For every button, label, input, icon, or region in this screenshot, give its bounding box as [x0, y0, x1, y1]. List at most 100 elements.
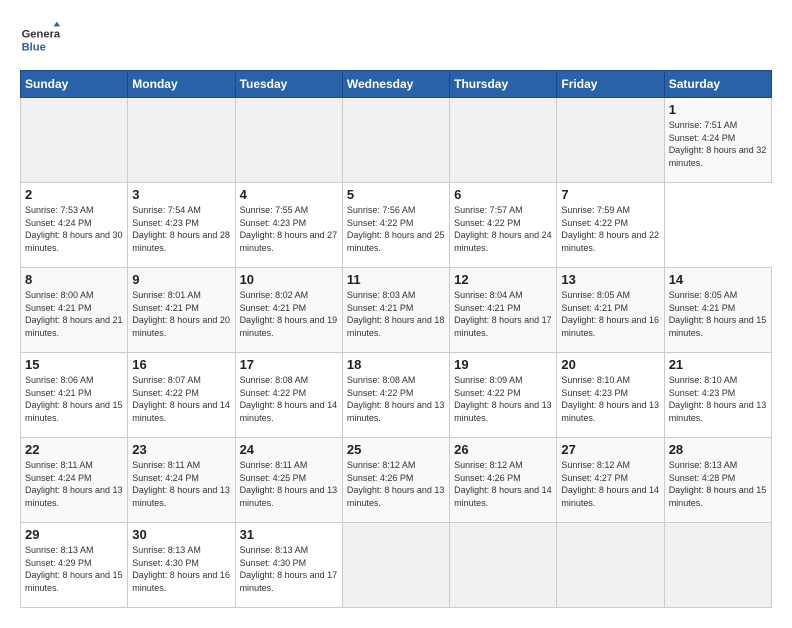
day-number: 22 — [25, 442, 123, 457]
day-info: Sunrise: 7:55 AMSunset: 4:23 PMDaylight:… — [240, 204, 338, 254]
empty-day-cell — [342, 98, 449, 183]
calendar-week-row: 1 Sunrise: 7:51 AMSunset: 4:24 PMDaylight… — [21, 98, 772, 183]
day-number: 5 — [347, 187, 445, 202]
calendar-week-row: 2Sunrise: 7:53 AMSunset: 4:24 PMDaylight… — [21, 183, 772, 268]
day-number: 11 — [347, 272, 445, 287]
svg-text:General: General — [22, 29, 60, 41]
day-cell: 15 Sunrise: 8:06 AMSunset: 4:21 PMDayligh… — [21, 353, 128, 438]
day-cell: 19Sunrise: 8:09 AMSunset: 4:22 PMDayligh… — [450, 353, 557, 438]
day-info: Sunrise: 8:11 AMSunset: 4:24 PMDaylight:… — [25, 459, 123, 509]
day-of-week-header: Friday — [557, 71, 664, 98]
day-info: Sunrise: 7:57 AMSunset: 4:22 PMDaylight:… — [454, 204, 552, 254]
day-number: 25 — [347, 442, 445, 457]
day-number: 20 — [561, 357, 659, 372]
day-cell: 9 Sunrise: 8:01 AMSunset: 4:21 PMDaylight… — [128, 268, 235, 353]
logo: General Blue — [20, 20, 64, 60]
day-number: 8 — [25, 272, 123, 287]
day-number: 7 — [561, 187, 659, 202]
day-number: 9 — [132, 272, 230, 287]
empty-day-cell — [21, 98, 128, 183]
empty-day-cell — [342, 523, 449, 608]
day-cell: 26Sunrise: 8:12 AMSunset: 4:26 PMDayligh… — [450, 438, 557, 523]
day-cell: 7 Sunrise: 7:59 AMSunset: 4:22 PMDaylight… — [557, 183, 664, 268]
day-info: Sunrise: 8:08 AMSunset: 4:22 PMDaylight:… — [240, 374, 338, 424]
day-info: Sunrise: 8:03 AMSunset: 4:21 PMDaylight:… — [347, 289, 445, 339]
day-number: 29 — [25, 527, 123, 542]
day-info: Sunrise: 8:04 AMSunset: 4:21 PMDaylight:… — [454, 289, 552, 339]
day-info: Sunrise: 8:12 AMSunset: 4:26 PMDaylight:… — [454, 459, 552, 509]
day-number: 6 — [454, 187, 552, 202]
day-cell: 13 Sunrise: 8:05 AMSunset: 4:21 PMDayligh… — [557, 268, 664, 353]
day-cell: 25Sunrise: 8:12 AMSunset: 4:26 PMDayligh… — [342, 438, 449, 523]
day-cell: 8 Sunrise: 8:00 AMSunset: 4:21 PMDaylight… — [21, 268, 128, 353]
day-cell: 22 Sunrise: 8:11 AMSunset: 4:24 PMDayligh… — [21, 438, 128, 523]
day-info: Sunrise: 7:53 AMSunset: 4:24 PMDaylight:… — [25, 204, 123, 254]
day-info: Sunrise: 8:00 AMSunset: 4:21 PMDaylight:… — [25, 289, 123, 339]
day-info: Sunrise: 8:06 AMSunset: 4:21 PMDaylight:… — [25, 374, 123, 424]
day-number: 18 — [347, 357, 445, 372]
day-cell: 29Sunrise: 8:13 AMSunset: 4:29 PMDayligh… — [21, 523, 128, 608]
day-of-week-header: Saturday — [664, 71, 771, 98]
day-number: 21 — [669, 357, 767, 372]
day-info: Sunrise: 7:59 AMSunset: 4:22 PMDaylight:… — [561, 204, 659, 254]
day-cell: 16 Sunrise: 8:07 AMSunset: 4:22 PMDayligh… — [128, 353, 235, 438]
day-info: Sunrise: 8:13 AMSunset: 4:30 PMDaylight:… — [132, 544, 230, 594]
day-of-week-header: Monday — [128, 71, 235, 98]
calendar-table: SundayMondayTuesdayWednesdayThursdayFrid… — [20, 70, 772, 608]
day-number: 13 — [561, 272, 659, 287]
day-of-week-header: Sunday — [21, 71, 128, 98]
day-cell: 27Sunrise: 8:12 AMSunset: 4:27 PMDayligh… — [557, 438, 664, 523]
day-number: 15 — [25, 357, 123, 372]
svg-text:Blue: Blue — [22, 41, 46, 53]
day-cell: 2Sunrise: 7:53 AMSunset: 4:24 PMDaylight… — [21, 183, 128, 268]
day-of-week-header: Wednesday — [342, 71, 449, 98]
day-number: 24 — [240, 442, 338, 457]
day-info: Sunrise: 8:05 AMSunset: 4:21 PMDaylight:… — [561, 289, 659, 339]
calendar-week-row: 8 Sunrise: 8:00 AMSunset: 4:21 PMDaylight… — [21, 268, 772, 353]
day-cell: 6 Sunrise: 7:57 AMSunset: 4:22 PMDaylight… — [450, 183, 557, 268]
empty-day-cell — [235, 98, 342, 183]
day-number: 30 — [132, 527, 230, 542]
day-info: Sunrise: 8:05 AMSunset: 4:21 PMDaylight:… — [669, 289, 767, 339]
day-cell: 3Sunrise: 7:54 AMSunset: 4:23 PMDaylight… — [128, 183, 235, 268]
day-cell: 11 Sunrise: 8:03 AMSunset: 4:21 PMDayligh… — [342, 268, 449, 353]
day-cell: 17Sunrise: 8:08 AMSunset: 4:22 PMDayligh… — [235, 353, 342, 438]
day-info: Sunrise: 8:07 AMSunset: 4:22 PMDaylight:… — [132, 374, 230, 424]
empty-day-cell — [450, 98, 557, 183]
day-info: Sunrise: 8:10 AMSunset: 4:23 PMDaylight:… — [669, 374, 767, 424]
day-cell: 21 Sunrise: 8:10 AMSunset: 4:23 PMDayligh… — [664, 353, 771, 438]
day-cell: 12 Sunrise: 8:04 AMSunset: 4:21 PMDayligh… — [450, 268, 557, 353]
day-info: Sunrise: 8:08 AMSunset: 4:22 PMDaylight:… — [347, 374, 445, 424]
calendar-week-row: 29Sunrise: 8:13 AMSunset: 4:29 PMDayligh… — [21, 523, 772, 608]
day-info: Sunrise: 7:56 AMSunset: 4:22 PMDaylight:… — [347, 204, 445, 254]
day-number: 14 — [669, 272, 767, 287]
day-number: 19 — [454, 357, 552, 372]
day-cell: 18 Sunrise: 8:08 AMSunset: 4:22 PMDayligh… — [342, 353, 449, 438]
day-number: 16 — [132, 357, 230, 372]
day-number: 28 — [669, 442, 767, 457]
day-number: 12 — [454, 272, 552, 287]
day-of-week-header: Thursday — [450, 71, 557, 98]
empty-day-cell — [128, 98, 235, 183]
day-number: 27 — [561, 442, 659, 457]
day-info: Sunrise: 8:02 AMSunset: 4:21 PMDaylight:… — [240, 289, 338, 339]
day-cell: 1 Sunrise: 7:51 AMSunset: 4:24 PMDaylight… — [664, 98, 771, 183]
calendar-header-row: SundayMondayTuesdayWednesdayThursdayFrid… — [21, 71, 772, 98]
day-info: Sunrise: 7:51 AMSunset: 4:24 PMDaylight:… — [669, 119, 767, 169]
day-number: 10 — [240, 272, 338, 287]
day-of-week-header: Tuesday — [235, 71, 342, 98]
day-cell: 30 Sunrise: 8:13 AMSunset: 4:30 PMDayligh… — [128, 523, 235, 608]
empty-day-cell — [557, 523, 664, 608]
page-header: General Blue — [20, 20, 772, 60]
day-info: Sunrise: 8:01 AMSunset: 4:21 PMDaylight:… — [132, 289, 230, 339]
day-cell: 5 Sunrise: 7:56 AMSunset: 4:22 PMDaylight… — [342, 183, 449, 268]
day-info: Sunrise: 8:11 AMSunset: 4:24 PMDaylight:… — [132, 459, 230, 509]
day-number: 1 — [669, 102, 767, 117]
calendar-week-row: 22 Sunrise: 8:11 AMSunset: 4:24 PMDayligh… — [21, 438, 772, 523]
day-cell: 4Sunrise: 7:55 AMSunset: 4:23 PMDaylight… — [235, 183, 342, 268]
day-cell: 10 Sunrise: 8:02 AMSunset: 4:21 PMDayligh… — [235, 268, 342, 353]
day-cell: 14 Sunrise: 8:05 AMSunset: 4:21 PMDayligh… — [664, 268, 771, 353]
calendar-week-row: 15 Sunrise: 8:06 AMSunset: 4:21 PMDayligh… — [21, 353, 772, 438]
logo-icon: General Blue — [20, 20, 60, 60]
day-cell: 28Sunrise: 8:13 AMSunset: 4:28 PMDayligh… — [664, 438, 771, 523]
